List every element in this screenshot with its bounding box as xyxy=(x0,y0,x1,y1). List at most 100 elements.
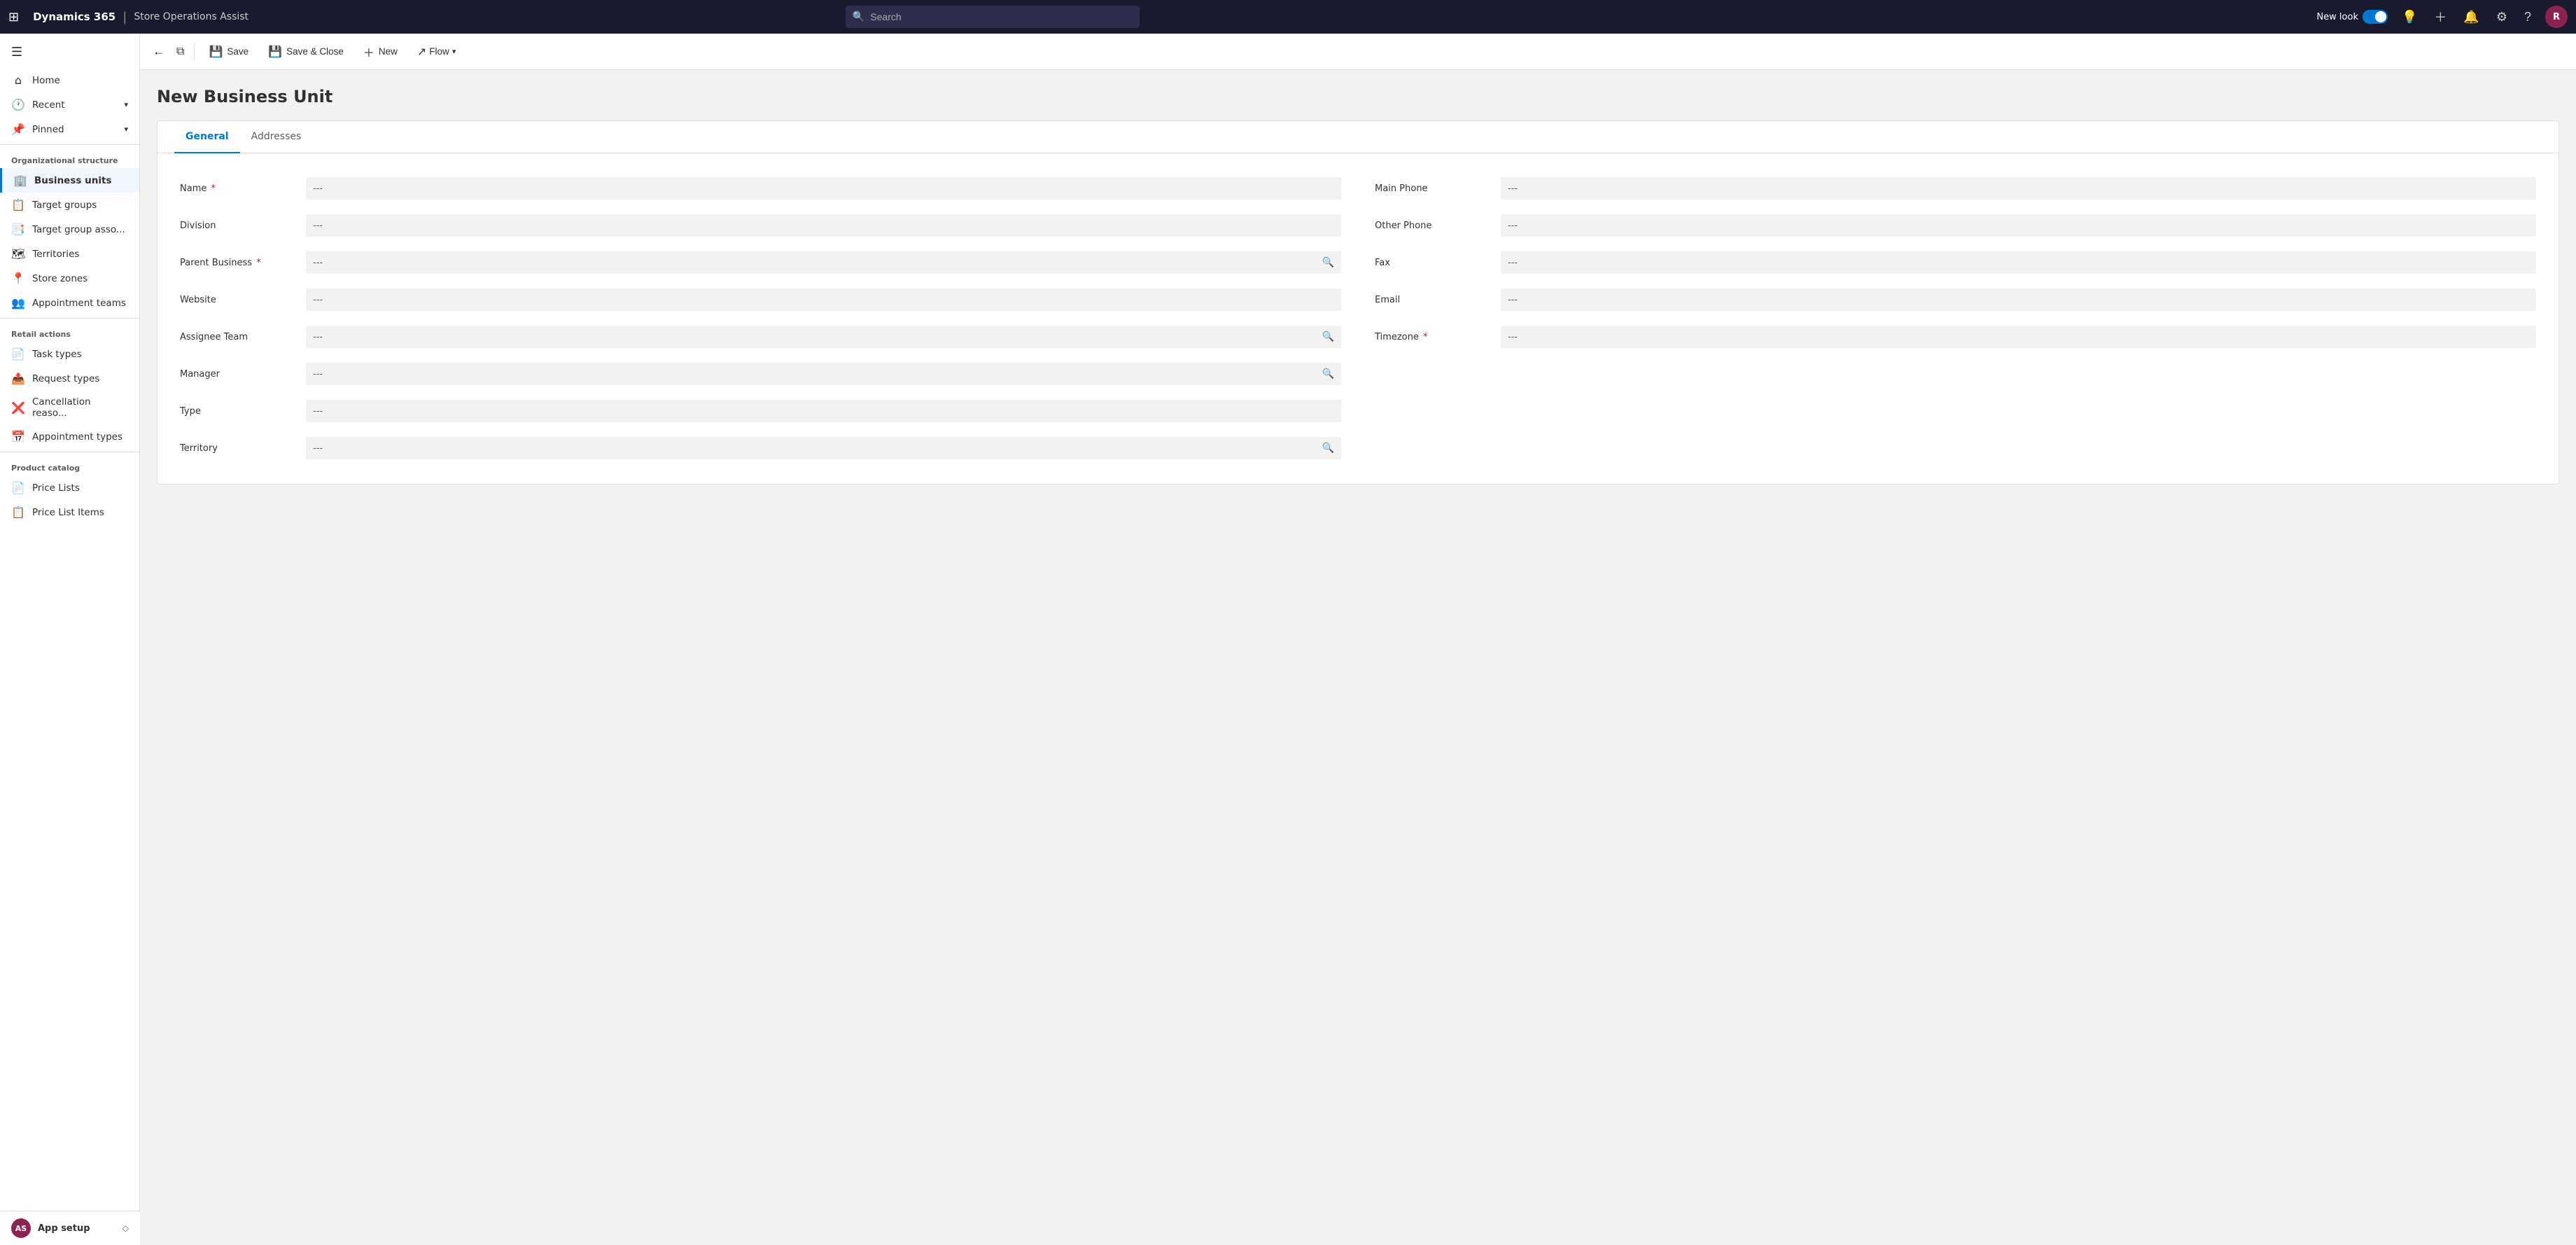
save-close-icon: 💾 xyxy=(268,45,282,59)
sidebar-item-label: Home xyxy=(32,75,60,86)
sidebar-item-price-lists[interactable]: 📄 Price Lists xyxy=(0,475,139,500)
sidebar-item-label: Appointment teams xyxy=(32,298,126,309)
sidebar-item-label: Task types xyxy=(32,349,82,360)
sidebar-item-task-types[interactable]: 📄 Task types xyxy=(0,342,139,366)
field-input-manager[interactable]: --- 🔍 xyxy=(306,363,1341,385)
sidebar-item-label: Price List Items xyxy=(32,507,104,518)
top-nav: ⊞ Dynamics 365 | Store Operations Assist… xyxy=(0,0,2576,34)
field-input-timezone[interactable]: --- xyxy=(1501,326,2536,348)
field-label-main-phone: Main Phone xyxy=(1375,183,1501,194)
sidebar-item-target-groups[interactable]: 📋 Target groups xyxy=(0,193,139,217)
sidebar-item-request-types[interactable]: 📤 Request types xyxy=(0,366,139,391)
sidebar-divider xyxy=(0,144,139,145)
field-value-assignee-team: --- xyxy=(313,332,323,342)
flow-button[interactable]: ↗ Flow ▾ xyxy=(409,41,464,63)
sidebar-item-target-group-asso[interactable]: 📑 Target group asso... xyxy=(0,217,139,242)
brand-separator: | xyxy=(122,10,127,25)
field-row-division: Division --- xyxy=(180,207,1341,244)
field-label-name: Name * xyxy=(180,183,306,194)
product-section-title: Product catalog xyxy=(0,455,139,475)
target-group-asso-icon: 📑 xyxy=(11,223,25,236)
search-icon: 🔍 xyxy=(1322,257,1334,268)
restore-button[interactable]: ⧉ xyxy=(172,41,188,62)
field-input-territory[interactable]: --- 🔍 xyxy=(306,437,1341,459)
sidebar-item-appointment-types[interactable]: 📅 Appointment types xyxy=(0,424,139,449)
new-look-toggle[interactable]: New look xyxy=(2316,10,2388,24)
brand-d365: Dynamics 365 xyxy=(27,11,121,23)
save-button[interactable]: 💾 Save xyxy=(200,41,257,63)
sidebar-item-price-list-items[interactable]: 📋 Price List Items xyxy=(0,500,139,524)
sidebar-item-territories[interactable]: 🗺 Territories xyxy=(0,242,139,266)
notification-icon[interactable]: 🔔 xyxy=(2460,7,2482,27)
field-value-division: --- xyxy=(313,221,323,231)
field-input-other-phone[interactable]: --- xyxy=(1501,214,2536,237)
app-setup-avatar: AS xyxy=(11,1218,31,1238)
field-label-type: Type xyxy=(180,406,306,417)
sidebar-item-label: Target groups xyxy=(32,200,97,211)
sidebar-item-recent[interactable]: 🕐 Recent ▾ xyxy=(0,92,139,117)
search-input[interactable] xyxy=(870,11,1133,22)
main-content: ← ⧉ 💾 Save 💾 Save & Close ＋ New ↗ Flow ▾… xyxy=(140,34,2576,1245)
sidebar-item-label: Territories xyxy=(32,249,79,260)
field-value-name: --- xyxy=(313,183,323,194)
sidebar-item-label: Target group asso... xyxy=(32,224,125,235)
field-row-email: Email --- xyxy=(1375,281,2536,319)
field-value-main-phone: --- xyxy=(1508,183,1518,194)
appointment-types-icon: 📅 xyxy=(11,430,25,443)
plus-icon[interactable]: ＋ xyxy=(2431,5,2449,29)
field-value-timezone: --- xyxy=(1508,332,1518,342)
field-input-main-phone[interactable]: --- xyxy=(1501,177,2536,200)
new-look-switch[interactable] xyxy=(2362,10,2388,24)
field-label-timezone: Timezone * xyxy=(1375,332,1501,342)
field-row-territory: Territory --- 🔍 xyxy=(180,430,1341,467)
sidebar-footer[interactable]: AS App setup ◇ xyxy=(0,1211,140,1245)
sidebar-item-cancellation-reaso[interactable]: ❌ Cancellation reaso... xyxy=(0,391,139,424)
back-button[interactable]: ← xyxy=(148,40,169,63)
sidebar-item-label: Request types xyxy=(32,373,99,384)
field-value-parent-business: --- xyxy=(313,258,323,268)
waffle-icon[interactable]: ⊞ xyxy=(8,10,19,25)
search-box[interactable]: 🔍 xyxy=(846,6,1140,28)
field-input-type[interactable]: --- xyxy=(306,400,1341,422)
field-input-email[interactable]: --- xyxy=(1501,288,2536,311)
form-card: General Addresses Name * --- xyxy=(157,120,2559,485)
field-label-manager: Manager xyxy=(180,369,306,380)
sidebar-item-home[interactable]: ⌂ Home xyxy=(0,68,139,92)
sidebar-hamburger[interactable]: ☰ xyxy=(0,39,139,65)
tab-bar: General Addresses xyxy=(158,121,2558,153)
new-button[interactable]: ＋ New xyxy=(355,39,406,64)
save-close-button[interactable]: 💾 Save & Close xyxy=(260,41,352,63)
lightbulb-icon[interactable]: 💡 xyxy=(2399,7,2420,27)
form-left-column: Name * --- Division --- xyxy=(180,170,1341,467)
field-input-parent-business[interactable]: --- 🔍 xyxy=(306,251,1341,274)
sidebar-item-store-zones[interactable]: 📍 Store zones xyxy=(0,266,139,291)
sidebar-item-appointment-teams[interactable]: 👥 Appointment teams xyxy=(0,291,139,315)
new-label: New xyxy=(379,46,398,57)
field-input-fax[interactable]: --- xyxy=(1501,251,2536,274)
org-section-title: Organizational structure xyxy=(0,148,139,168)
field-label-website: Website xyxy=(180,295,306,305)
settings-icon[interactable]: ⚙ xyxy=(2493,7,2510,27)
tab-general[interactable]: General xyxy=(174,121,240,153)
home-icon: ⌂ xyxy=(11,74,25,87)
business-units-icon: 🏢 xyxy=(13,174,27,187)
field-input-website[interactable]: --- xyxy=(306,288,1341,311)
help-icon[interactable]: ? xyxy=(2521,7,2534,27)
sidebar-item-label: Recent xyxy=(32,99,65,111)
tab-addresses[interactable]: Addresses xyxy=(240,121,313,153)
sidebar-item-business-units[interactable]: 🏢 Business units xyxy=(0,168,139,193)
avatar[interactable]: R xyxy=(2545,6,2568,28)
app-setup-label: App setup xyxy=(38,1223,115,1234)
field-input-division[interactable]: --- xyxy=(306,214,1341,237)
recent-icon: 🕐 xyxy=(11,98,25,111)
brand-app: Store Operations Assist xyxy=(128,11,254,22)
save-close-label: Save & Close xyxy=(286,46,344,57)
form-body: Name * --- Division --- xyxy=(158,153,2558,484)
field-input-name[interactable]: --- xyxy=(306,177,1341,200)
field-label-division: Division xyxy=(180,221,306,231)
sidebar-item-pinned[interactable]: 📌 Pinned ▾ xyxy=(0,117,139,141)
brand: Dynamics 365 | Store Operations Assist xyxy=(27,10,254,25)
price-list-items-icon: 📋 xyxy=(11,506,25,519)
field-input-assignee-team[interactable]: --- 🔍 xyxy=(306,326,1341,348)
retail-section-title: Retail actions xyxy=(0,321,139,342)
